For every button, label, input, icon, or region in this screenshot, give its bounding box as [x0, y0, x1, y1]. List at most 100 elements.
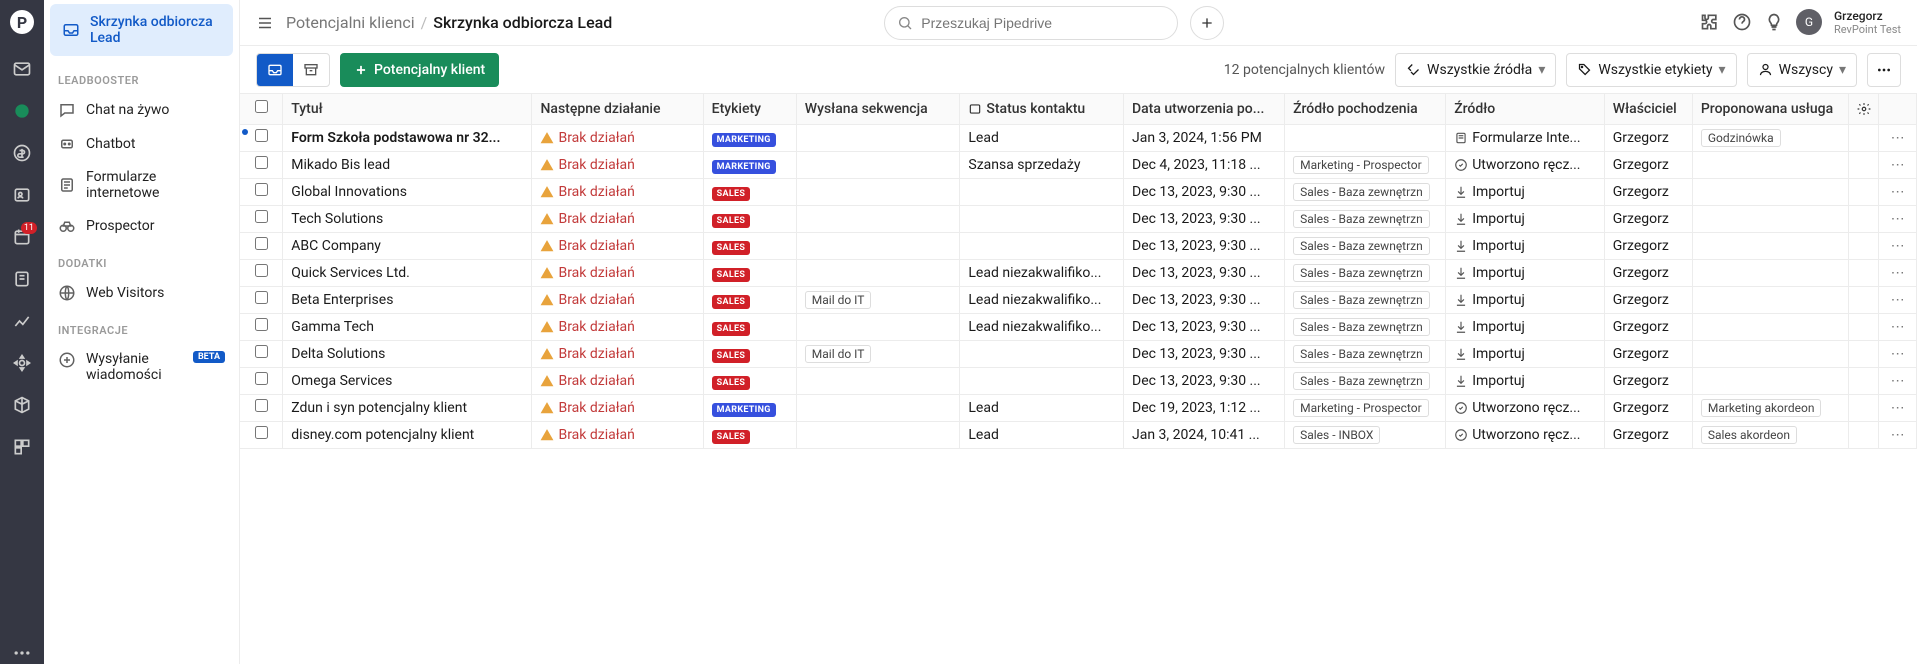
row-checkbox[interactable]	[255, 129, 268, 142]
table-row[interactable]: Global InnovationsBrak działańSALESDec 1…	[240, 178, 1917, 205]
table-row[interactable]: Omega ServicesBrak działańSALESDec 13, 2…	[240, 367, 1917, 394]
row-more-btn[interactable]: ⋯	[1879, 394, 1917, 421]
rail-mail-icon[interactable]	[11, 58, 33, 80]
cell-seq	[796, 151, 960, 178]
col-status[interactable]: Status kontaktu	[960, 94, 1124, 124]
col-labels[interactable]: Etykiety	[703, 94, 796, 124]
table-row[interactable]: Mikado Bis leadBrak działańMARKETINGSzan…	[240, 151, 1917, 178]
breadcrumb-parent[interactable]: Potencjalni klienci	[286, 13, 415, 32]
row-more-btn[interactable]: ⋯	[1879, 367, 1917, 394]
rail-campaigns-icon[interactable]	[11, 268, 33, 290]
rail-insights-icon[interactable]	[11, 310, 33, 332]
cell-title[interactable]: Zdun i syn potencjalny klient	[283, 394, 532, 421]
col-settings[interactable]	[1848, 94, 1878, 124]
row-more-btn[interactable]: ⋯	[1879, 124, 1917, 151]
sidebar-item-prospector[interactable]: Prospector	[44, 209, 239, 243]
rail-leads-icon[interactable]	[11, 100, 33, 122]
table-row[interactable]: Gamma TechBrak działańSALESLead niezakwa…	[240, 313, 1917, 340]
cell-title[interactable]: Form Szkoła podstawowa nr 32...	[283, 124, 532, 151]
filter-labels[interactable]: Wszystkie etykiety▾	[1566, 53, 1736, 87]
col-next[interactable]: Następne działanie	[532, 94, 703, 124]
cell-title[interactable]: Delta Solutions	[283, 340, 532, 367]
puzzle-icon[interactable]	[1700, 12, 1720, 32]
row-more-btn[interactable]: ⋯	[1879, 178, 1917, 205]
row-checkbox[interactable]	[255, 345, 268, 358]
row-checkbox[interactable]	[255, 156, 268, 169]
col-seq[interactable]: Wysłana sekwencja	[796, 94, 960, 124]
sidebar-item-messaging[interactable]: Wysyłanie wiadomościBETA	[44, 343, 239, 391]
cell-title[interactable]: Mikado Bis lead	[283, 151, 532, 178]
row-checkbox[interactable]	[255, 183, 268, 196]
table-row[interactable]: Tech SolutionsBrak działańSALESDec 13, 2…	[240, 205, 1917, 232]
row-checkbox[interactable]	[255, 426, 268, 439]
cell-title[interactable]: Gamma Tech	[283, 313, 532, 340]
hamburger-icon[interactable]	[256, 14, 274, 32]
cell-title[interactable]: Beta Enterprises	[283, 286, 532, 313]
cell-title[interactable]: Quick Services Ltd.	[283, 259, 532, 286]
col-service[interactable]: Proponowana usługa	[1692, 94, 1848, 124]
cell-title[interactable]: Omega Services	[283, 367, 532, 394]
sidebar-item-chatbot[interactable]: Chatbot	[44, 127, 239, 161]
col-origch[interactable]: Źródło pochodzenia	[1285, 94, 1446, 124]
row-more-btn[interactable]: ⋯	[1879, 205, 1917, 232]
rail-apps-icon[interactable]	[11, 436, 33, 458]
filter-owner[interactable]: Wszyscy▾	[1747, 53, 1857, 87]
sidebar-item-inbox[interactable]: Skrzynka odbiorcza Lead	[50, 4, 233, 56]
table-row[interactable]: Form Szkoła podstawowa nr 32...Brak dzia…	[240, 124, 1917, 151]
filter-sources[interactable]: Wszystkie źródła▾	[1395, 53, 1556, 87]
rail-deals-icon[interactable]	[11, 142, 33, 164]
row-checkbox[interactable]	[255, 399, 268, 412]
table-row[interactable]: Delta SolutionsBrak działańSALESMail do …	[240, 340, 1917, 367]
add-button[interactable]	[1190, 6, 1224, 40]
cell-title[interactable]: disney.com potencjalny klient	[283, 421, 532, 448]
row-checkbox[interactable]	[255, 237, 268, 250]
table-row[interactable]: Quick Services Ltd.Brak działańSALESLead…	[240, 259, 1917, 286]
rail-calendar-icon[interactable]: 11	[11, 226, 33, 248]
table-row[interactable]: Beta EnterprisesBrak działańSALESMail do…	[240, 286, 1917, 313]
rail-marketplace-icon[interactable]	[11, 352, 33, 374]
user-box[interactable]: Grzegorz RevPoint Test	[1834, 9, 1901, 37]
bulb-icon[interactable]	[1764, 12, 1784, 32]
col-date[interactable]: Data utworzenia po...	[1124, 94, 1285, 124]
rail-contacts-icon[interactable]	[11, 184, 33, 206]
row-checkbox[interactable]	[255, 264, 268, 277]
select-all-checkbox[interactable]	[255, 100, 268, 113]
cell-title[interactable]: Global Innovations	[283, 178, 532, 205]
col-owner[interactable]: Właściciel	[1604, 94, 1692, 124]
row-more-btn[interactable]: ⋯	[1879, 313, 1917, 340]
cell-title[interactable]: ABC Company	[283, 232, 532, 259]
sidebar-item-chat[interactable]: Chat na żywo	[44, 93, 239, 127]
search-input[interactable]	[921, 15, 1165, 31]
view-inbox-btn[interactable]	[257, 54, 293, 86]
row-checkbox[interactable]	[255, 210, 268, 223]
rail-more-icon[interactable]	[11, 642, 33, 664]
search-bar[interactable]	[884, 6, 1178, 40]
sidebar-item-forms[interactable]: Formularze internetowe	[44, 161, 239, 209]
row-checkbox[interactable]	[255, 291, 268, 304]
chatbot-icon	[58, 135, 76, 153]
row-more-btn[interactable]: ⋯	[1879, 340, 1917, 367]
view-archive-btn[interactable]	[293, 54, 329, 86]
sidebar-item-webvisitors[interactable]: Web Visitors	[44, 276, 239, 310]
row-more-btn[interactable]: ⋯	[1879, 259, 1917, 286]
pipedrive-logo[interactable]: P	[10, 10, 34, 34]
cell-title[interactable]: Tech Solutions	[283, 205, 532, 232]
avatar[interactable]: G	[1796, 9, 1822, 35]
help-icon[interactable]	[1732, 12, 1752, 32]
col-title[interactable]: Tytuł	[283, 94, 532, 124]
add-lead-button[interactable]: Potencjalny klient	[340, 53, 499, 87]
col-source[interactable]: Źródło	[1446, 94, 1605, 124]
table-row[interactable]: Zdun i syn potencjalny klientBrak działa…	[240, 394, 1917, 421]
more-options-btn[interactable]	[1867, 53, 1901, 87]
row-more-btn[interactable]: ⋯	[1879, 151, 1917, 178]
row-more-btn[interactable]: ⋯	[1879, 286, 1917, 313]
table-row[interactable]: ABC CompanyBrak działańSALESDec 13, 2023…	[240, 232, 1917, 259]
row-more-btn[interactable]: ⋯	[1879, 421, 1917, 448]
row-checkbox[interactable]	[255, 318, 268, 331]
cell-source: Formularze Inte...	[1446, 124, 1605, 151]
table-row[interactable]: disney.com potencjalny klientBrak działa…	[240, 421, 1917, 448]
label-sales: SALES	[712, 241, 751, 255]
row-checkbox[interactable]	[255, 372, 268, 385]
row-more-btn[interactable]: ⋯	[1879, 232, 1917, 259]
rail-products-icon[interactable]	[11, 394, 33, 416]
